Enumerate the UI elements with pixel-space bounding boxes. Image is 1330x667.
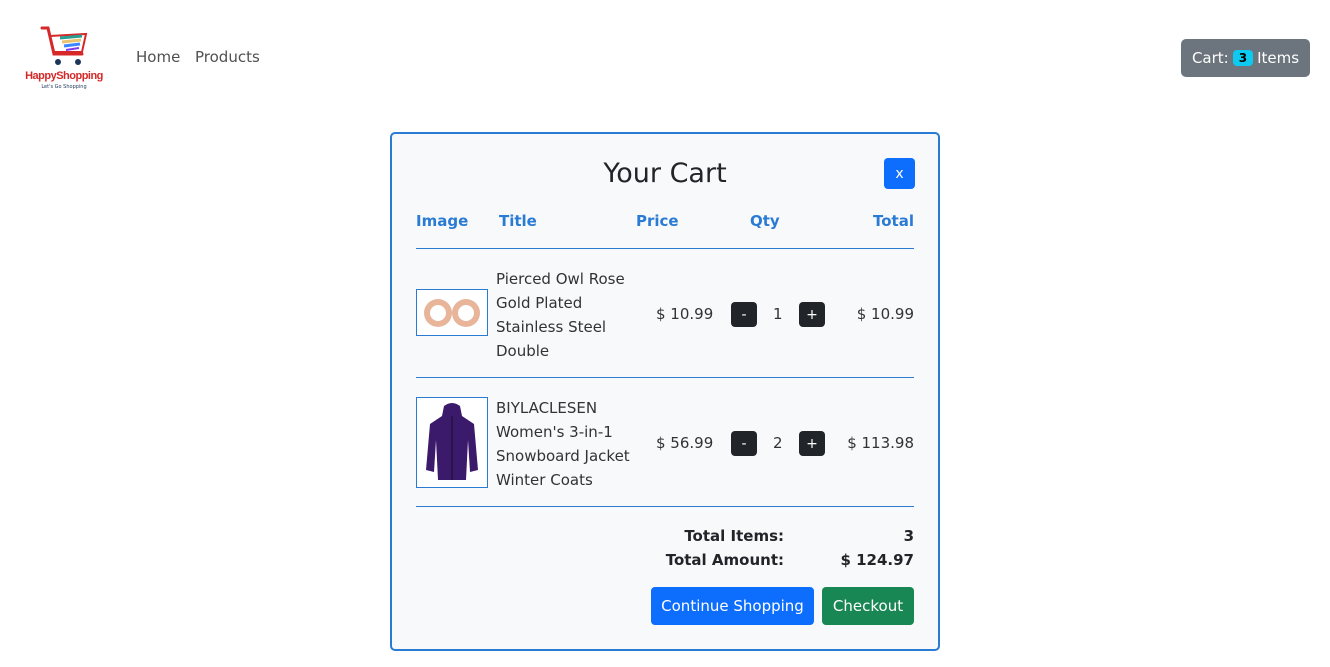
rose-gold-ear-plugs-icon: [424, 298, 480, 327]
product-title: Pierced Owl Rose Gold Plated Stainless S…: [496, 270, 625, 360]
qty-value: 1: [773, 305, 783, 323]
nav-home-link[interactable]: Home: [136, 48, 180, 66]
nav-products-link[interactable]: Products: [195, 48, 260, 66]
decrease-qty-button[interactable]: -: [731, 302, 757, 327]
logo-text: HappyShopping: [25, 70, 103, 82]
total-items-label: Total Items:: [684, 527, 784, 545]
row-divider: [416, 377, 914, 378]
summary-divider: [416, 506, 914, 507]
cart-modal: Your Cart x Image Title Price Qty Total …: [390, 132, 940, 651]
product-total: $ 113.98: [847, 434, 914, 452]
continue-shopping-button[interactable]: Continue Shopping: [651, 587, 814, 625]
site-logo[interactable]: HappyShopping Let's Go Shopping: [24, 24, 104, 94]
total-amount-value: $ 124.97: [840, 551, 914, 569]
cart-title: Your Cart: [603, 158, 727, 189]
product-thumbnail: [416, 289, 488, 336]
column-header-title: Title: [499, 212, 537, 230]
cart-items-label: Items: [1257, 49, 1300, 67]
cart-count-badge: 3: [1232, 50, 1254, 66]
cart-button[interactable]: Cart: 3 Items: [1181, 39, 1310, 77]
total-amount-label: Total Amount:: [665, 551, 784, 569]
qty-value: 2: [773, 434, 783, 452]
product-total: $ 10.99: [856, 305, 914, 323]
column-header-price: Price: [636, 212, 679, 230]
column-header-qty: Qty: [750, 212, 780, 230]
product-title: BIYLACLESEN Women's 3-in-1 Snowboard Jac…: [496, 399, 630, 489]
product-thumbnail: [416, 397, 488, 488]
header-divider: [416, 248, 914, 249]
column-header-image: Image: [416, 212, 469, 230]
purple-jacket-icon: [426, 402, 478, 480]
increase-qty-button[interactable]: +: [799, 431, 825, 456]
total-items-value: 3: [903, 527, 914, 545]
product-price: $ 56.99: [656, 434, 714, 452]
cart-row: Pierced Owl Rose Gold Plated Stainless S…: [416, 264, 914, 364]
increase-qty-button[interactable]: +: [799, 302, 825, 327]
cart-label: Cart:: [1191, 49, 1229, 67]
column-header-total: Total: [873, 212, 914, 230]
close-cart-button[interactable]: x: [884, 158, 915, 189]
cart-row: BIYLACLESEN Women's 3-in-1 Snowboard Jac…: [416, 393, 914, 493]
decrease-qty-button[interactable]: -: [731, 431, 757, 456]
logo-tagline: Let's Go Shopping: [41, 84, 87, 90]
checkout-button[interactable]: Checkout: [822, 587, 914, 625]
product-price: $ 10.99: [656, 305, 714, 323]
